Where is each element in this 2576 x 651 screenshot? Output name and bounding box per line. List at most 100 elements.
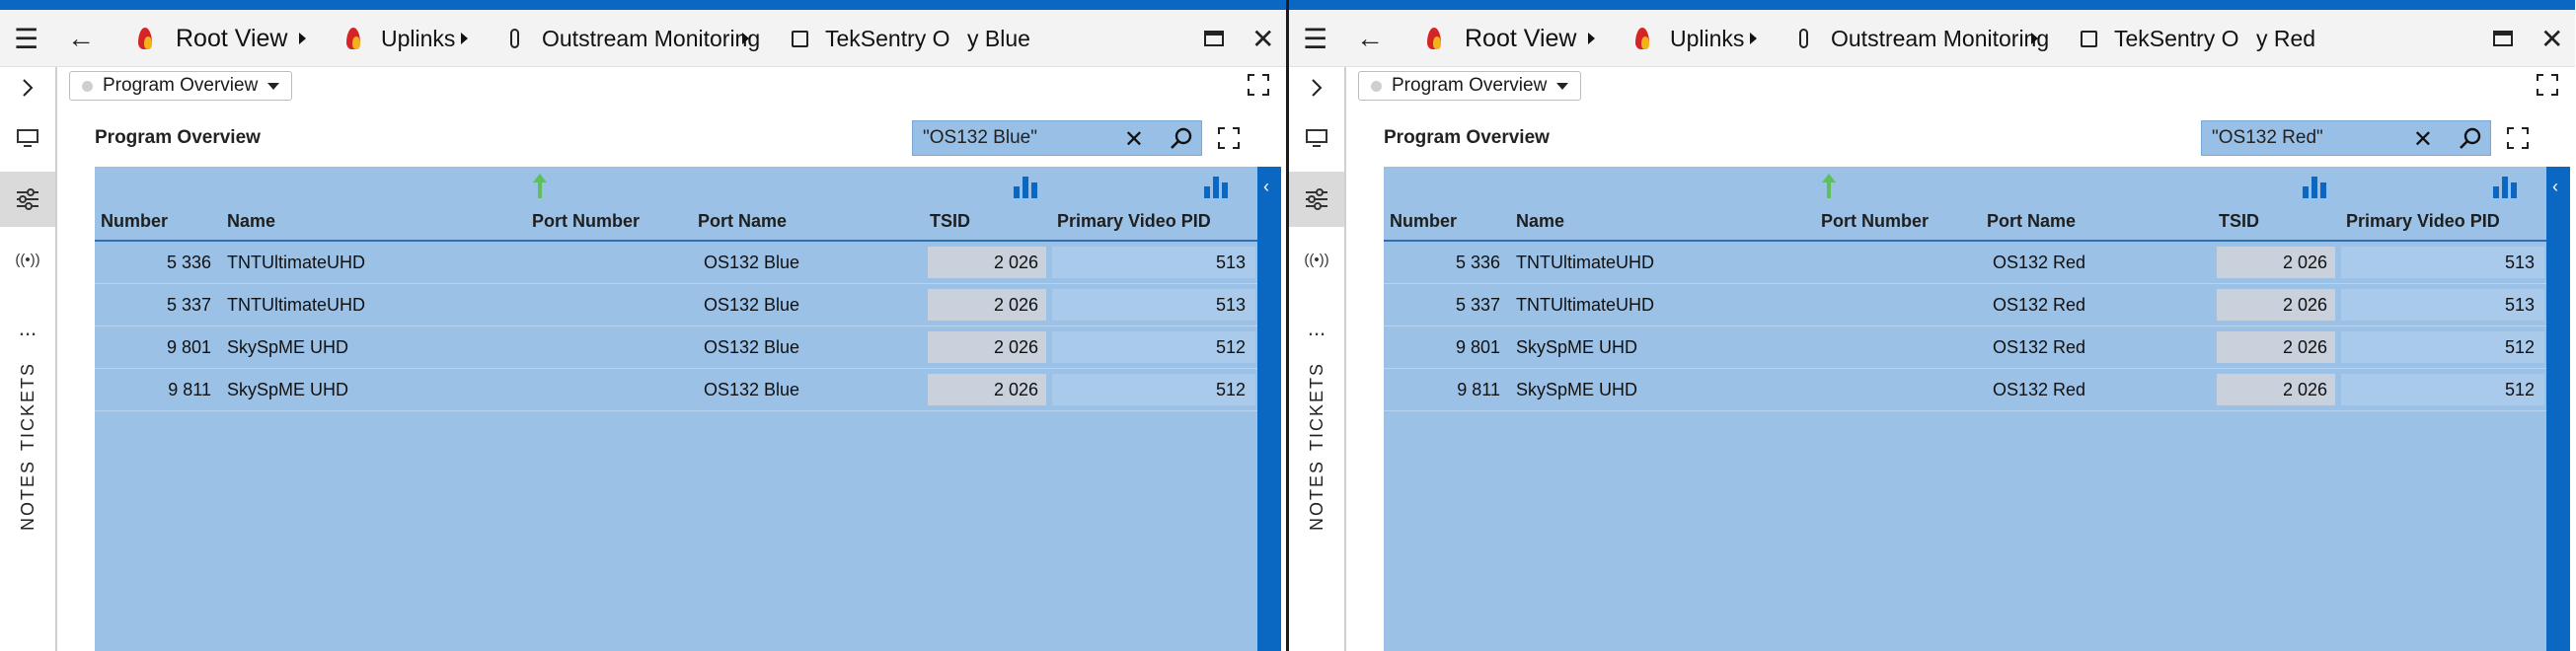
- breadcrumb-item-uplinks[interactable]: Uplinks: [381, 10, 455, 67]
- breadcrumb-item-current[interactable]: y Red: [2256, 10, 2315, 67]
- pill-icon: [1799, 10, 1808, 67]
- bar-chart-icon[interactable]: [1204, 175, 1230, 198]
- table-row[interactable]: 5 337 TNTUltimateUHD OS132 Red 2 026 513: [1384, 284, 2546, 326]
- bar-chart-icon[interactable]: [2493, 175, 2519, 198]
- square-icon: [2081, 10, 2097, 67]
- sliders-icon[interactable]: [0, 172, 55, 227]
- cell-number: 9 801: [166, 336, 211, 357]
- column-header-name[interactable]: Name: [1516, 211, 1564, 232]
- more-icon[interactable]: ...: [1289, 314, 1344, 343]
- table-row[interactable]: 9 801 SkySpME UHD OS132 Red 2 026 512: [1384, 326, 2546, 369]
- cell-port-name: OS132 Red: [1993, 252, 2086, 272]
- breadcrumb-item-root-view[interactable]: Root View: [1465, 10, 1577, 67]
- search-input[interactable]: "OS132 Red" ✕: [2201, 120, 2491, 156]
- more-icon[interactable]: ...: [0, 314, 55, 343]
- sort-up-arrow-icon[interactable]: [533, 174, 547, 198]
- left-sidebar: ((•)) ... TICKETS NOTES: [1289, 67, 1346, 651]
- expand-grid-icon[interactable]: [1217, 126, 1241, 155]
- column-header-primary-video-pid[interactable]: Primary Video PID: [1057, 211, 1211, 232]
- cell-number: 9 811: [168, 379, 211, 399]
- table-row[interactable]: 9 801 SkySpME UHD OS132 Blue 2 026 512: [95, 326, 1257, 369]
- column-header-tsid[interactable]: TSID: [930, 211, 970, 232]
- flame-icon: [1427, 10, 1441, 67]
- table-row[interactable]: 5 337 TNTUltimateUHD OS132 Blue 2 026 51…: [95, 284, 1257, 326]
- tickets-tab[interactable]: TICKETS: [0, 362, 55, 451]
- tickets-tab[interactable]: TICKETS: [1289, 362, 1344, 451]
- breadcrumb-arrow-icon[interactable]: [742, 10, 749, 67]
- column-header-name[interactable]: Name: [227, 211, 275, 232]
- chevron-left-icon[interactable]: ‹: [1263, 177, 1269, 197]
- column-header-primary-video-pid[interactable]: Primary Video PID: [2346, 211, 2500, 232]
- title-accent-bar: [1289, 0, 2575, 10]
- right-pane: ☰ ← Root View Uplinks Outstream Monitori…: [1289, 0, 2575, 651]
- view-selector-dropdown[interactable]: Program Overview: [69, 71, 293, 101]
- hamburger-menu-icon[interactable]: ☰: [14, 10, 38, 67]
- broadcast-icon[interactable]: ((•)): [0, 237, 55, 282]
- breadcrumb-item-outstream-monitoring[interactable]: Outstream Monitoring: [542, 10, 760, 67]
- table-row[interactable]: 9 811 SkySpME UHD OS132 Blue 2 026 512: [95, 369, 1257, 411]
- table-row[interactable]: 5 336 TNTUltimateUHD OS132 Red 2 026 513: [1384, 242, 2546, 284]
- broadcast-icon[interactable]: ((•)): [1289, 237, 1344, 282]
- close-icon[interactable]: ✕: [2540, 10, 2563, 67]
- cell-name: SkySpME UHD: [227, 379, 349, 399]
- search-icon[interactable]: [1162, 121, 1201, 155]
- back-arrow-icon[interactable]: ←: [67, 10, 95, 67]
- monitor-icon[interactable]: [1289, 120, 1344, 156]
- notes-tab[interactable]: NOTES: [0, 458, 55, 533]
- cell-tsid: 2 026: [2217, 247, 2335, 278]
- fullscreen-icon[interactable]: [2536, 73, 2559, 102]
- column-header-tsid[interactable]: TSID: [2219, 211, 2259, 232]
- search-value[interactable]: "OS132 Blue": [923, 127, 1037, 149]
- column-header-number[interactable]: Number: [1390, 211, 1457, 232]
- expand-grid-icon[interactable]: [2506, 126, 2530, 155]
- breadcrumb-item-teksentry[interactable]: TekSentry O: [2114, 10, 2239, 67]
- fullscreen-icon[interactable]: [1247, 73, 1270, 102]
- cell-number: 9 801: [1455, 336, 1500, 357]
- expand-chevron-icon[interactable]: [0, 67, 55, 108]
- sliders-icon[interactable]: [1289, 172, 1344, 227]
- column-header-port-number[interactable]: Port Number: [1821, 211, 1929, 232]
- cell-primary-video-pid: 513: [1052, 289, 1255, 321]
- chevron-left-icon[interactable]: ‹: [2552, 177, 2558, 197]
- breadcrumb-item-root-view[interactable]: Root View: [176, 10, 288, 67]
- maximize-icon[interactable]: [2493, 10, 2513, 67]
- breadcrumb-arrow-icon[interactable]: [2031, 10, 2038, 67]
- maximize-icon[interactable]: [1204, 10, 1224, 67]
- clear-icon[interactable]: ✕: [2413, 125, 2433, 154]
- bar-chart-icon[interactable]: [2303, 175, 2328, 198]
- breadcrumb-arrow-icon[interactable]: [461, 10, 468, 67]
- breadcrumb-arrow-icon[interactable]: [1750, 10, 1757, 67]
- column-header-number[interactable]: Number: [101, 211, 168, 232]
- back-arrow-icon[interactable]: ←: [1356, 10, 1384, 67]
- breadcrumb-item-uplinks[interactable]: Uplinks: [1670, 10, 1744, 67]
- table-row[interactable]: 5 336 TNTUltimateUHD OS132 Blue 2 026 51…: [95, 242, 1257, 284]
- breadcrumb-item-teksentry[interactable]: TekSentry O: [825, 10, 950, 67]
- cell-name: TNTUltimateUHD: [227, 294, 366, 315]
- breadcrumb-item-current[interactable]: y Blue: [967, 10, 1030, 67]
- column-header-port-name[interactable]: Port Name: [698, 211, 787, 232]
- breadcrumb-arrow-icon[interactable]: [1588, 10, 1595, 67]
- view-selector-dropdown[interactable]: Program Overview: [1358, 71, 1582, 101]
- section-title: Program Overview: [95, 127, 261, 148]
- notes-tab[interactable]: NOTES: [1289, 458, 1344, 533]
- hamburger-menu-icon[interactable]: ☰: [1303, 10, 1327, 67]
- status-dot-icon: [1371, 80, 1382, 92]
- table-row[interactable]: 9 811 SkySpME UHD OS132 Red 2 026 512: [1384, 369, 2546, 411]
- clear-icon[interactable]: ✕: [1124, 125, 1144, 154]
- search-icon[interactable]: [2451, 121, 2490, 155]
- grid-header: Number Name Port Number Port Name TSID P…: [1384, 167, 2546, 242]
- breadcrumb-item-outstream-monitoring[interactable]: Outstream Monitoring: [1831, 10, 2049, 67]
- monitor-icon[interactable]: [0, 120, 55, 156]
- column-header-port-name[interactable]: Port Name: [1987, 211, 2076, 232]
- search-input[interactable]: "OS132 Blue" ✕: [912, 120, 1202, 156]
- close-icon[interactable]: ✕: [1251, 10, 1274, 67]
- sort-up-arrow-icon[interactable]: [1822, 174, 1836, 198]
- collapse-panel-bar[interactable]: ‹: [1257, 167, 1281, 651]
- bar-chart-icon[interactable]: [1014, 175, 1039, 198]
- flame-icon: [138, 10, 152, 67]
- expand-chevron-icon[interactable]: [1289, 67, 1344, 108]
- search-value[interactable]: "OS132 Red": [2212, 127, 2323, 149]
- column-header-port-number[interactable]: Port Number: [532, 211, 640, 232]
- breadcrumb-arrow-icon[interactable]: [299, 10, 306, 67]
- collapse-panel-bar[interactable]: ‹: [2546, 167, 2570, 651]
